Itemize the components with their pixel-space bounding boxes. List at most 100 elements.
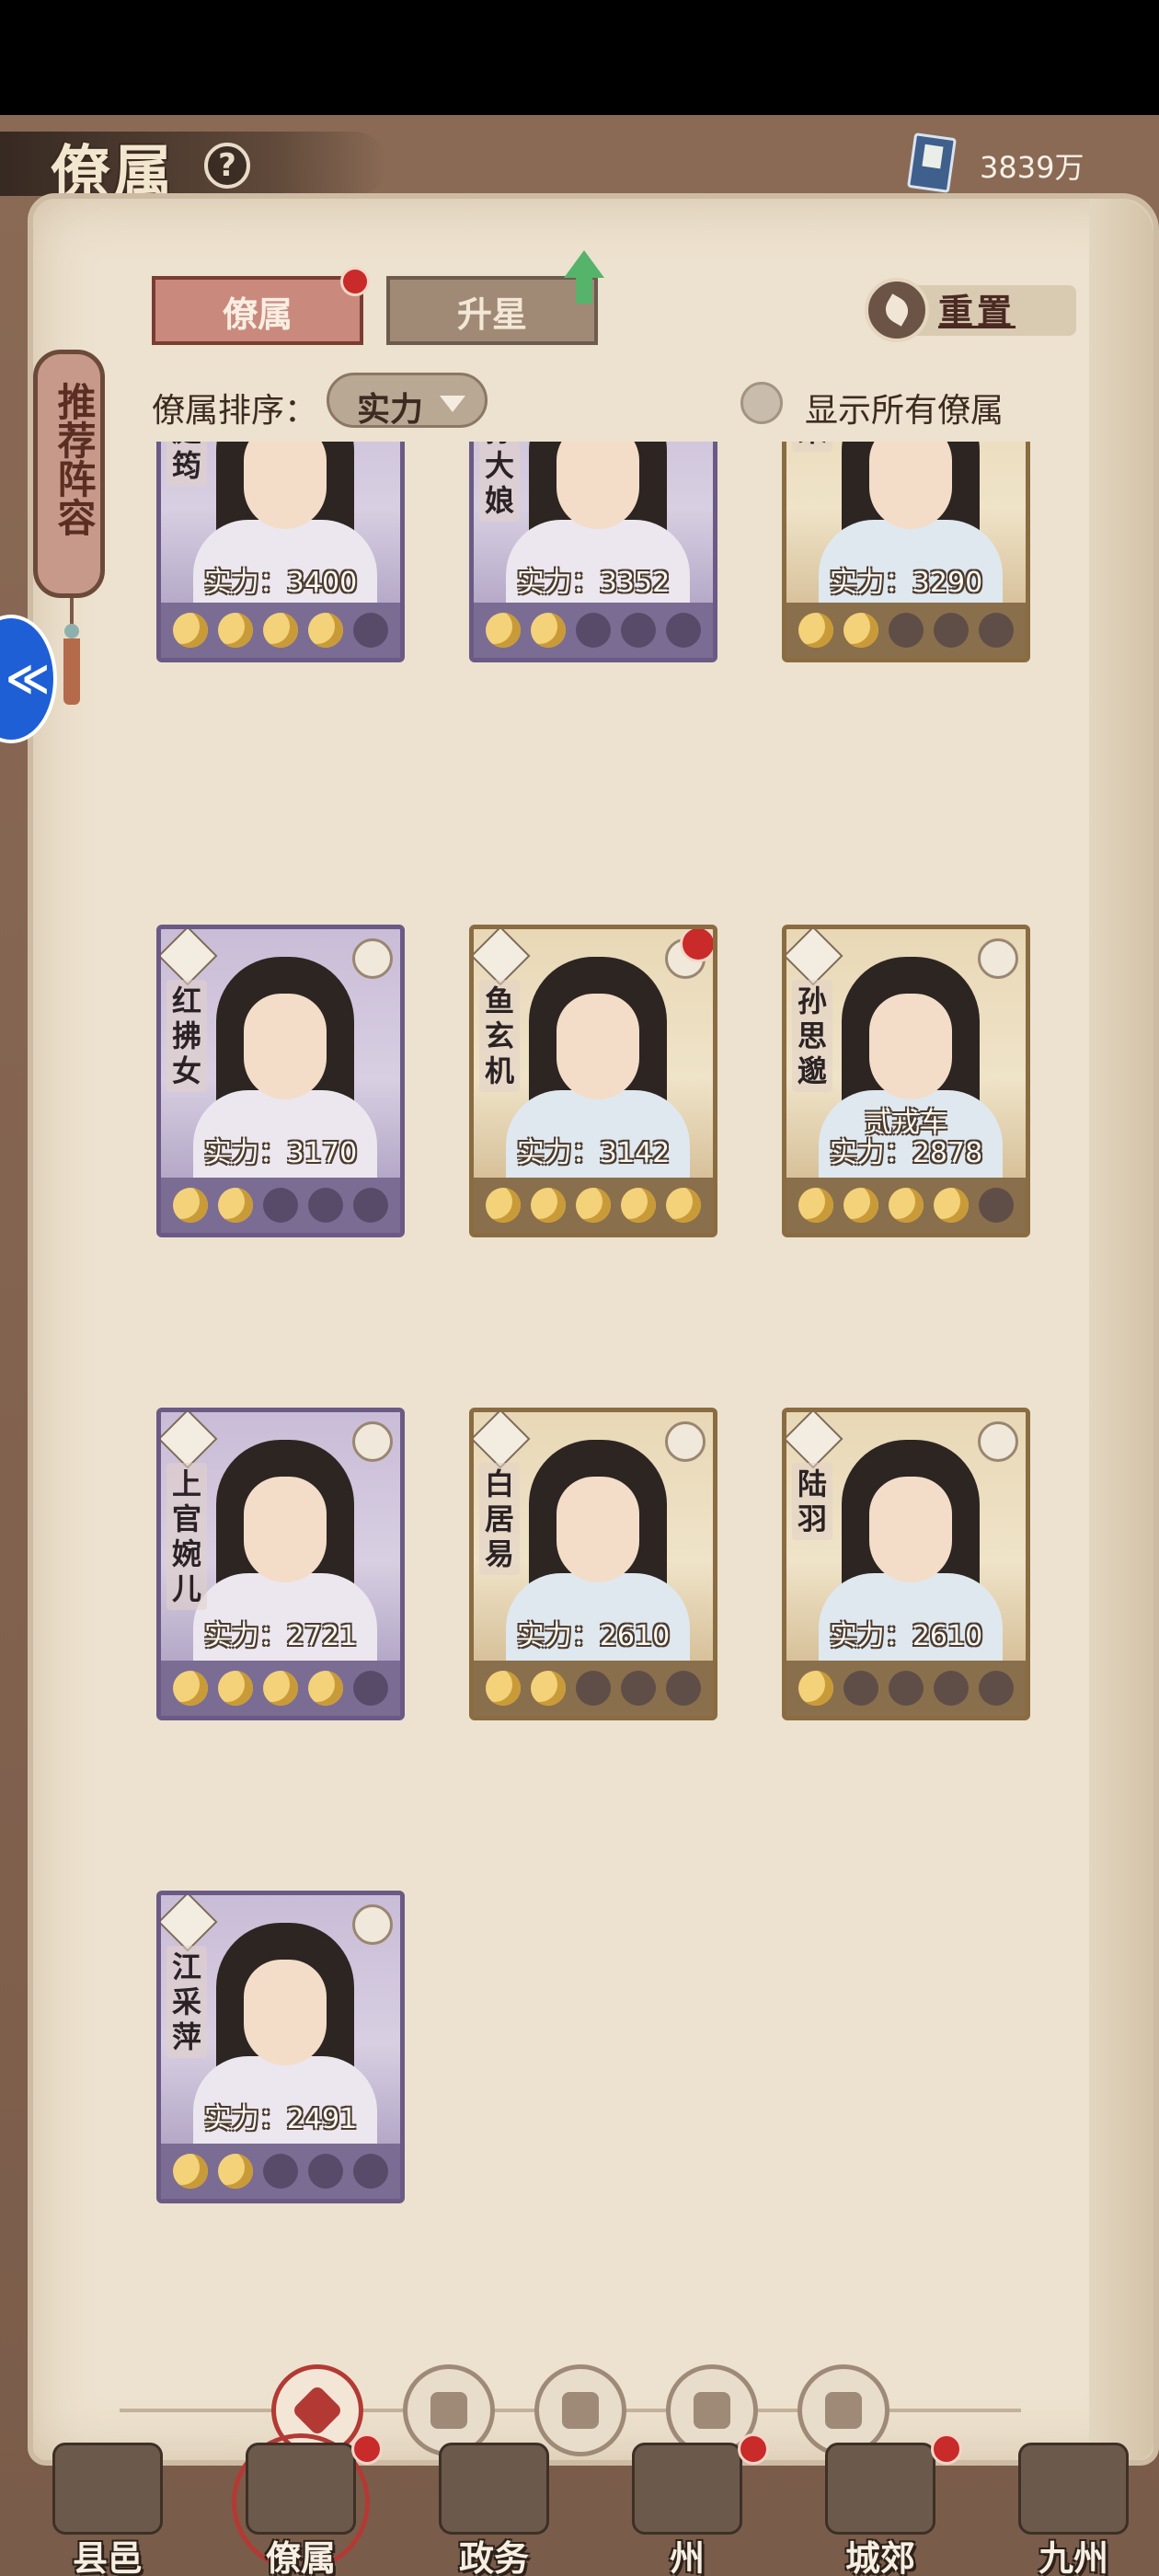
star-rating xyxy=(474,1178,713,1233)
star-rating xyxy=(786,1178,1026,1233)
moon-star-icon xyxy=(218,613,254,648)
power-value: 实力：3400 xyxy=(203,567,358,599)
prefecture-icon xyxy=(632,2443,742,2535)
moon-star-icon xyxy=(843,1671,879,1706)
faction-badge-icon xyxy=(352,1904,393,1945)
moon-star-icon xyxy=(531,1671,567,1706)
character-name: 江采萍 xyxy=(166,1946,207,2058)
power-value: 实力：2610 xyxy=(516,1620,671,1652)
moon-star-icon xyxy=(173,2154,209,2189)
moon-star-icon xyxy=(575,1671,611,1706)
character-name: 鱼玄机 xyxy=(479,980,520,1092)
moon-star-icon xyxy=(262,613,298,648)
character-name: 白居易 xyxy=(479,1463,520,1575)
moon-star-icon xyxy=(307,613,343,648)
moon-star-icon xyxy=(352,1671,388,1706)
subordinate-card[interactable]: 江采萍 实力：2491 xyxy=(156,1891,405,2203)
star-rating xyxy=(161,603,400,658)
moon-star-icon xyxy=(575,1188,611,1223)
moon-star-icon xyxy=(173,1188,209,1223)
suburb-icon xyxy=(825,2443,935,2535)
moon-star-icon xyxy=(307,1188,343,1223)
tab-subordinates[interactable]: 僚属 xyxy=(152,276,363,345)
upgrade-arrow-icon xyxy=(564,250,604,305)
subordinate-card[interactable]: 庭筠 实力：3400 xyxy=(156,442,405,662)
star-rating xyxy=(474,1661,713,1716)
faction-badge-icon xyxy=(978,938,1018,979)
reset-button[interactable]: 重置 xyxy=(865,276,1076,345)
card-grid: 庭筠 实力：3400 孙大娘 实力：3352 果 实力：3290 红拂女 实力：… xyxy=(156,442,1039,2355)
power-value: 实力：2721 xyxy=(203,1620,358,1652)
character-name: 红拂女 xyxy=(166,980,207,1092)
moon-star-icon xyxy=(888,1188,924,1223)
nav-label: 州 xyxy=(669,2537,705,2576)
character-name: 陆羽 xyxy=(792,1463,832,1540)
moon-star-icon xyxy=(888,1671,924,1706)
nav-item[interactable]: 僚属 xyxy=(213,2433,388,2576)
nav-item[interactable]: 城郊 xyxy=(793,2433,968,2576)
moon-star-icon xyxy=(665,1188,701,1223)
moon-star-icon xyxy=(218,1671,254,1706)
currency-value: 3839万 xyxy=(980,150,1084,185)
subordinate-card[interactable]: 上官婉儿 实力：2721 xyxy=(156,1408,405,1720)
moon-star-icon xyxy=(307,1671,343,1706)
moon-star-icon xyxy=(262,1188,298,1223)
nav-item[interactable]: 政务 xyxy=(407,2433,581,2576)
subordinate-card[interactable]: 孙思邈 贰戎车 实力：2878 xyxy=(782,925,1030,1237)
moon-star-icon xyxy=(933,1671,969,1706)
character-name: 孙思邈 xyxy=(792,980,832,1092)
moon-star-icon xyxy=(798,1188,834,1223)
moon-star-icon xyxy=(173,1671,209,1706)
moon-star-icon xyxy=(978,613,1014,648)
star-rating xyxy=(786,603,1026,658)
character-name: 果 xyxy=(792,442,832,452)
moon-star-icon xyxy=(620,613,656,648)
subordinate-card[interactable]: 白居易 实力：2610 xyxy=(469,1408,717,1720)
show-all-toggle[interactable]: 显示所有僚属 xyxy=(740,374,1072,430)
nav-item[interactable]: 州 xyxy=(600,2433,775,2576)
moon-star-icon xyxy=(531,1188,567,1223)
subordinate-card[interactable]: 红拂女 实力：3170 xyxy=(156,925,405,1237)
affairs-icon xyxy=(439,2443,549,2535)
character-name: 上官婉儿 xyxy=(166,1463,207,1610)
recommended-lineup-label: 推荐阵容 xyxy=(52,382,97,536)
moon-star-icon xyxy=(798,1671,834,1706)
reset-icon xyxy=(865,278,929,342)
moon-star-icon xyxy=(665,613,701,648)
star-rating xyxy=(161,2144,400,2199)
sort-dropdown[interactable]: 实力 xyxy=(327,373,488,429)
star-rating xyxy=(161,1178,400,1233)
character-name: 孙大娘 xyxy=(479,442,520,522)
book-page-edge xyxy=(1089,199,1153,2460)
notification-dot xyxy=(931,2433,962,2465)
sort-label: 僚属排序： xyxy=(152,392,318,430)
moon-star-icon xyxy=(933,1188,969,1223)
nav-item[interactable]: 九州 xyxy=(986,2433,1159,2576)
subordinate-card[interactable]: 孙大娘 实力：3352 xyxy=(469,442,717,662)
town-icon xyxy=(52,2443,163,2535)
power-value: 实力：3170 xyxy=(203,1137,358,1169)
faction-badge-icon xyxy=(665,1421,706,1462)
game-screen: 僚属 ? 3839万 推荐阵容 ≪ 僚属 升星 重置 僚属排序： 实力 显示所有… xyxy=(0,115,1159,2576)
recommended-lineup-tab[interactable]: 推荐阵容 xyxy=(33,350,105,598)
currency-display[interactable]: 3839万 xyxy=(907,132,1122,193)
caret-down-icon xyxy=(440,396,465,412)
subordinate-card[interactable]: 鱼玄机 实力：3142 xyxy=(469,925,717,1237)
moon-star-icon xyxy=(620,1671,656,1706)
help-icon[interactable]: ? xyxy=(204,143,250,189)
show-all-checkbox[interactable] xyxy=(740,382,783,424)
moon-star-icon xyxy=(486,1671,522,1706)
moon-star-icon xyxy=(173,613,209,648)
nav-item[interactable]: 县邑 xyxy=(20,2433,195,2576)
subordinate-card[interactable]: 果 实力：3290 xyxy=(782,442,1030,662)
sort-row: 僚属排序： 实力 显示所有僚属 xyxy=(152,373,1072,437)
moon-star-icon xyxy=(218,1188,254,1223)
subordinate-card[interactable]: 陆羽 实力：2610 xyxy=(782,1408,1030,1720)
moon-star-icon xyxy=(620,1188,656,1223)
star-rating xyxy=(786,1661,1026,1716)
tab-row: 僚属 升星 重置 xyxy=(152,250,1076,350)
floating-assist-button[interactable]: ≪ xyxy=(0,615,57,743)
moon-star-icon xyxy=(307,2154,343,2189)
moon-star-icon xyxy=(262,2154,298,2189)
character-name: 庭筠 xyxy=(166,442,207,487)
